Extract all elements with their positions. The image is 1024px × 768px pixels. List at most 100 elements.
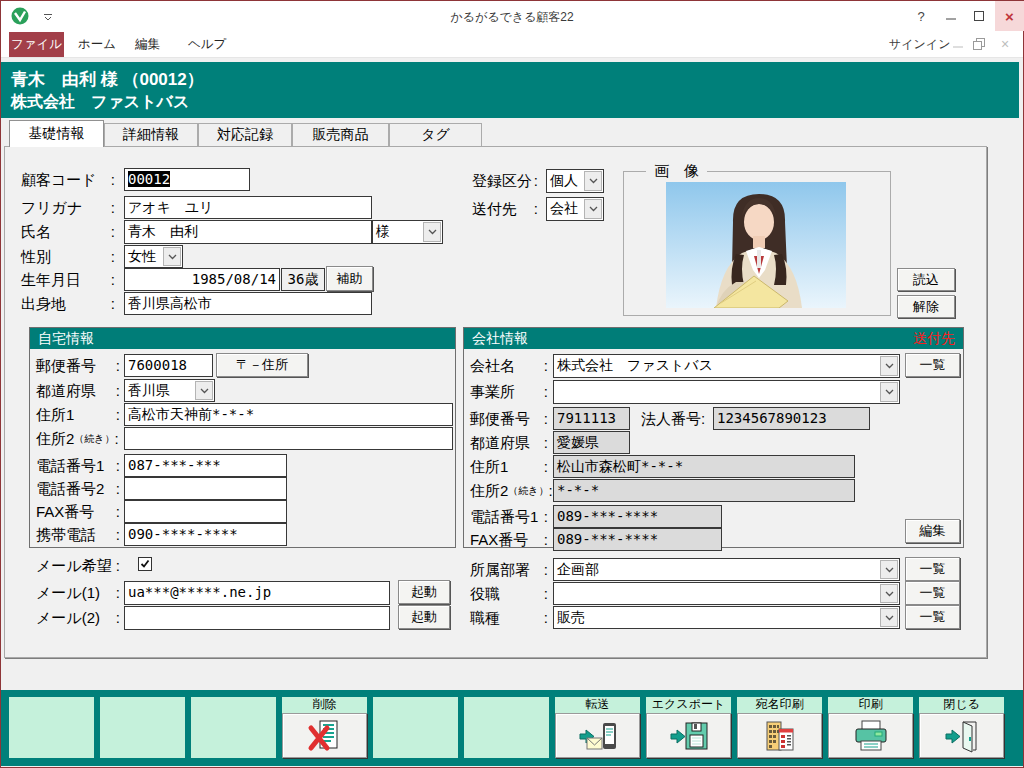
birthplace-field[interactable]: 香川県高松市 <box>124 292 372 315</box>
help-button[interactable]: ? <box>906 1 936 31</box>
jobtype-label: 職種 <box>470 606 548 629</box>
toolbar-slot-empty <box>464 697 549 758</box>
chevron-down-icon[interactable] <box>880 584 898 603</box>
customer-code-field[interactable]: 00012 <box>124 168 250 191</box>
customer-photo <box>666 182 846 308</box>
export-button[interactable]: エクスポート <box>646 697 731 758</box>
company-name-combo[interactable]: 株式会社 ファストバス <box>553 354 900 378</box>
company-fax-field: 089-***-**** <box>553 528 722 551</box>
home-tel2-label: 電話番号2 <box>36 477 120 500</box>
window-title: かるがるできる顧客22 <box>1 9 1023 26</box>
close-app-button[interactable]: 閉じる <box>919 697 1004 758</box>
registration-type-label: 登録区分 <box>472 169 538 192</box>
mdi-restore-button[interactable] <box>973 31 985 57</box>
transfer-button[interactable]: 転送 <box>555 697 640 758</box>
address-print-button[interactable]: 宛名印刷 <box>737 697 822 758</box>
tab-sales-products[interactable]: 販売商品 <box>292 123 389 146</box>
company-list-button[interactable]: 一覧 <box>905 353 960 377</box>
company-addr2-label: 住所2（続き） <box>470 479 553 502</box>
chevron-down-icon[interactable] <box>880 608 898 627</box>
chevron-down-icon[interactable] <box>880 382 898 402</box>
jobtype-list-button[interactable]: 一覧 <box>905 605 960 629</box>
department-combo[interactable]: 企画部 <box>553 558 900 581</box>
menu-file[interactable]: ファイル <box>9 32 64 57</box>
zip-to-address-button[interactable]: 〒－住所 <box>216 353 308 377</box>
home-mobile-field[interactable]: 090-****-**** <box>124 523 287 546</box>
mail1-field[interactable]: ua***@*****.ne.jp <box>124 581 390 605</box>
maximize-button[interactable] <box>964 1 994 31</box>
company-pref-field: 愛媛県 <box>553 431 630 454</box>
address-print-icon <box>760 719 800 753</box>
mail2-label: メール(2) <box>36 606 120 629</box>
print-button[interactable]: 印刷 <box>828 697 913 758</box>
chevron-down-icon[interactable] <box>880 356 898 376</box>
mdi-minimize-button[interactable] <box>953 31 963 57</box>
minimize-button[interactable] <box>936 1 966 31</box>
home-addr2-field[interactable] <box>124 427 453 450</box>
customer-banner: 青木 由利 様 （00012） 株式会社 ファストバス <box>1 62 1019 118</box>
chevron-down-icon[interactable] <box>880 560 898 579</box>
menu-home[interactable]: ホーム <box>78 31 116 57</box>
department-list-button[interactable]: 一覧 <box>905 557 960 581</box>
menu-help[interactable]: ヘルプ <box>188 31 226 57</box>
toolbar-slot-empty <box>9 697 94 758</box>
company-tel1-field: 089-***-**** <box>553 505 722 528</box>
office-label: 事業所 <box>470 380 548 403</box>
honorific-combo[interactable]: 様 <box>372 220 443 244</box>
customer-code-label: 顧客コード <box>21 168 115 191</box>
home-fax-field[interactable] <box>124 500 287 523</box>
mail-wish-checkbox[interactable] <box>138 557 152 571</box>
company-addr1-label: 住所1 <box>470 455 548 478</box>
image-load-button[interactable]: 読込 <box>897 268 955 291</box>
office-combo[interactable] <box>553 380 900 404</box>
mail-wish-label: メール希望 <box>36 554 120 577</box>
birthdate-field[interactable]: 1985/08/14 <box>124 268 280 291</box>
menu-bar: ファイル ホーム 編集 ヘルプ サインイン × <box>1 31 1023 58</box>
role-list-button[interactable]: 一覧 <box>905 581 960 605</box>
company-zip-label: 郵便番号 <box>470 407 548 430</box>
corporate-number-field: 1234567890123 <box>713 407 870 430</box>
chevron-down-icon[interactable] <box>584 199 602 219</box>
role-combo[interactable] <box>553 582 900 605</box>
mail1-launch-button[interactable]: 起動 <box>398 580 450 604</box>
mail2-launch-button[interactable]: 起動 <box>398 605 450 629</box>
signin-button[interactable]: サインイン <box>889 31 950 57</box>
home-zip-field[interactable]: 7600018 <box>124 354 213 377</box>
print-icon <box>851 719 891 753</box>
chevron-down-icon[interactable] <box>584 171 602 191</box>
delete-button[interactable]: 削除 <box>282 697 367 758</box>
furigana-label: フリガナ <box>21 196 115 219</box>
assist-button[interactable]: 補助 <box>326 266 373 291</box>
image-clear-button[interactable]: 解除 <box>897 295 955 318</box>
chevron-down-icon[interactable] <box>163 247 181 266</box>
jobtype-combo[interactable]: 販売 <box>553 606 900 629</box>
home-pref-combo[interactable]: 香川県 <box>124 379 215 402</box>
gender-combo[interactable]: 女性 <box>124 245 183 268</box>
toolbar-slot-empty <box>373 697 458 758</box>
home-addr1-field[interactable]: 高松市天神前*-*-* <box>124 403 453 426</box>
tab-response-records[interactable]: 対応記録 <box>198 123 292 146</box>
mdi-close-button[interactable]: × <box>1001 31 1009 57</box>
sendto-combo[interactable]: 会社 <box>546 197 604 221</box>
mail2-field[interactable] <box>124 606 390 630</box>
chevron-down-icon[interactable] <box>195 381 213 400</box>
name-field[interactable]: 青木 由利 <box>124 220 372 244</box>
sendto-badge: 送付先 <box>913 328 955 349</box>
close-button[interactable]: × <box>995 1 1024 31</box>
tab-tag[interactable]: タグ <box>389 123 482 146</box>
tab-basic-info[interactable]: 基礎情報 <box>9 120 104 147</box>
chevron-down-icon[interactable] <box>423 222 441 242</box>
birthdate-label: 生年月日 <box>21 268 115 291</box>
company-edit-button[interactable]: 編集 <box>905 519 960 543</box>
home-tel1-field[interactable]: 087-***-*** <box>124 454 287 477</box>
home-tel2-field[interactable] <box>124 477 287 500</box>
title-bar: かるがるできる顧客22 ? × <box>1 1 1023 31</box>
gender-label: 性別 <box>21 245 115 268</box>
company-zip-field: 7911113 <box>553 407 630 430</box>
menu-edit[interactable]: 編集 <box>135 31 160 57</box>
tab-detail-info[interactable]: 詳細情報 <box>104 123 198 146</box>
furigana-field[interactable]: アオキ ユリ <box>124 196 372 219</box>
name-label: 氏名 <box>21 220 115 243</box>
company-addr1-field: 松山市森松町*-*-* <box>553 455 855 478</box>
registration-type-combo[interactable]: 個人 <box>546 169 604 193</box>
